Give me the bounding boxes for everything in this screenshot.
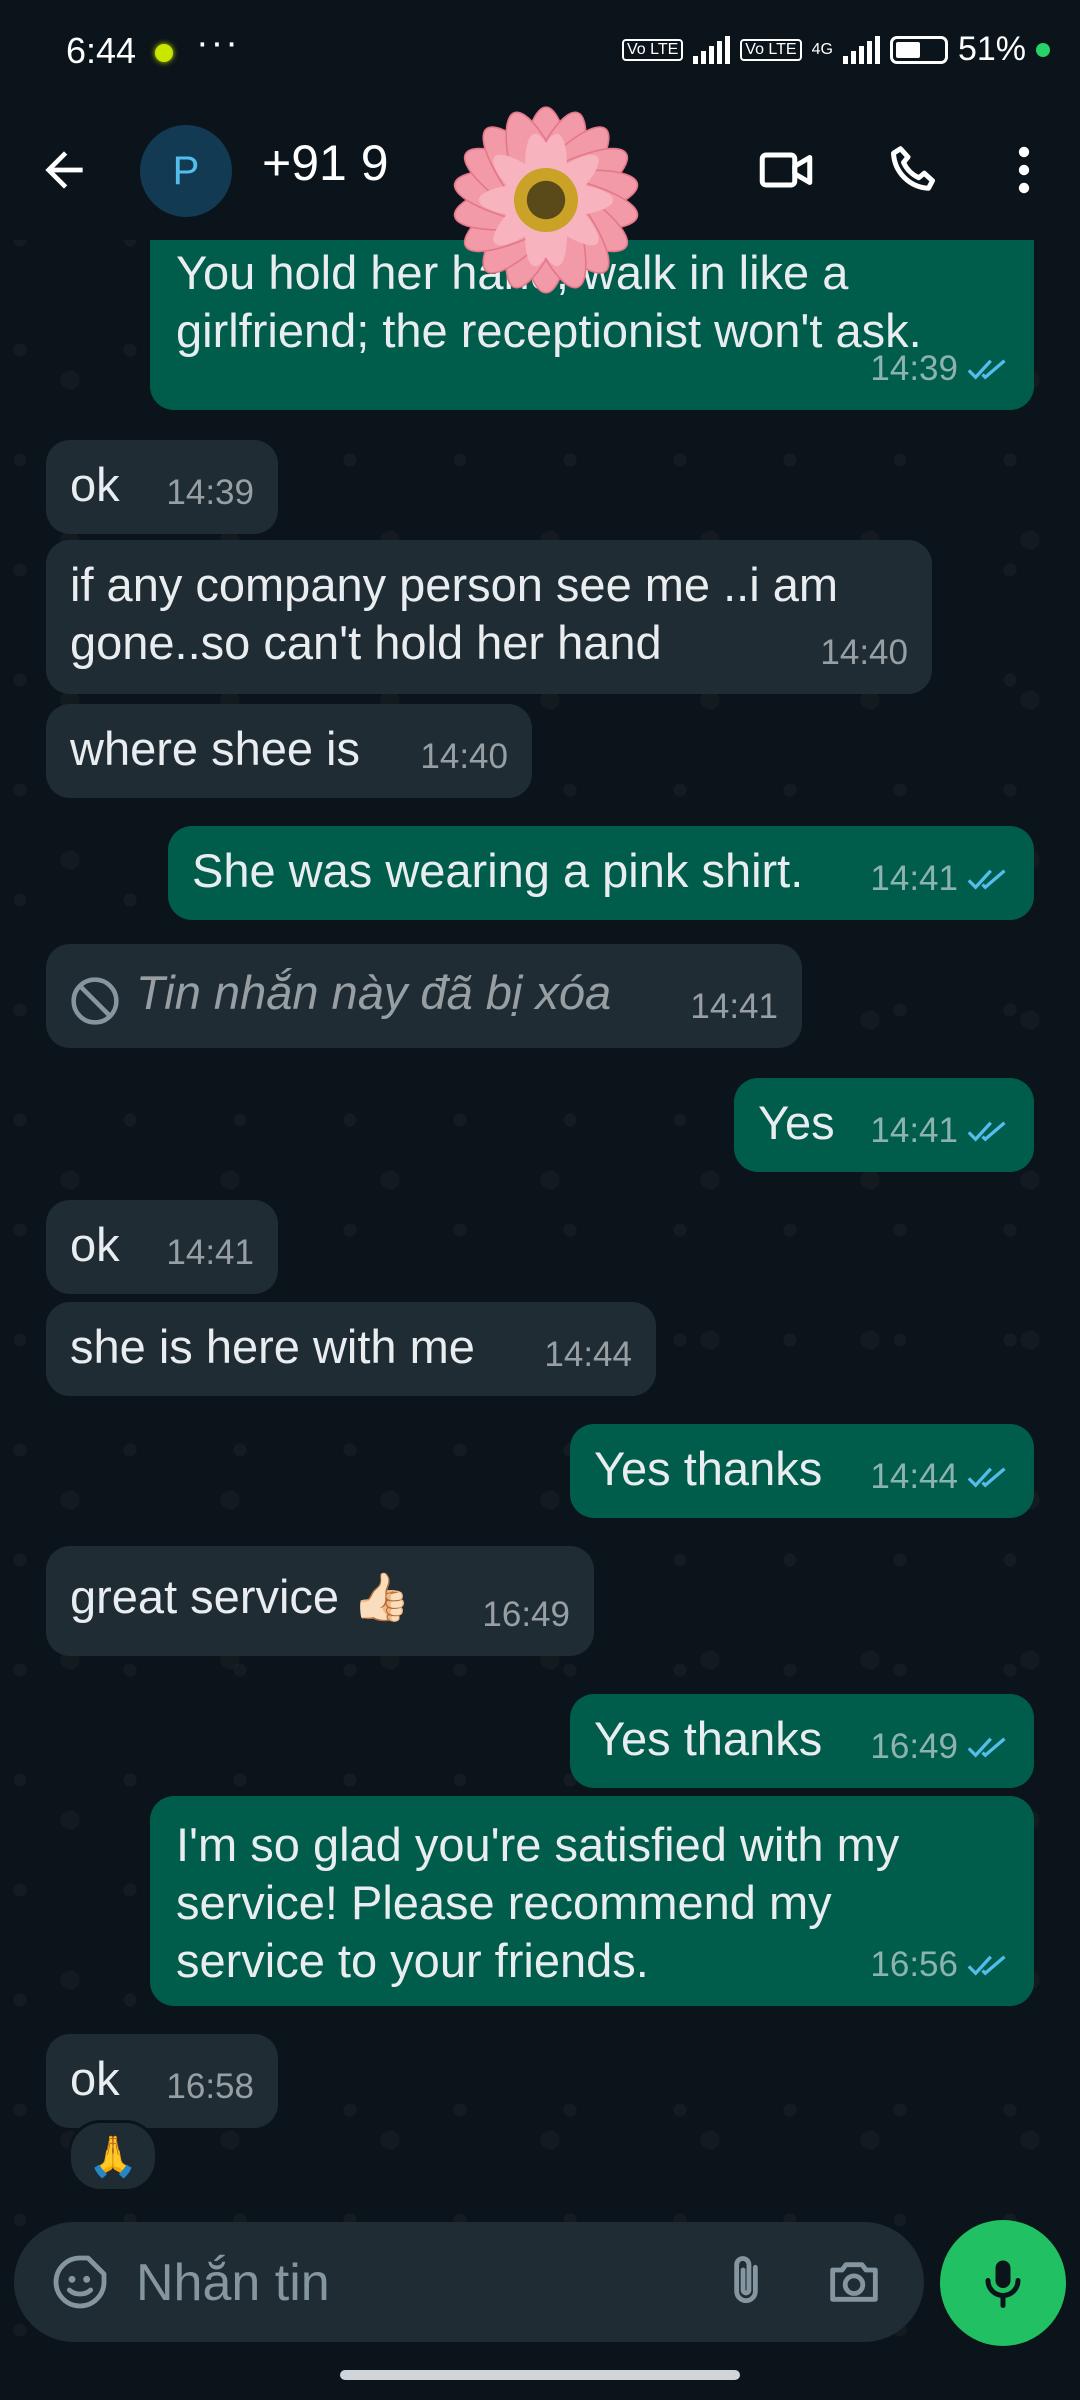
read-receipt-icon [967,1737,1006,1758]
message-input[interactable] [134,2244,698,2322]
message-meta: 16:49 [482,1586,570,1644]
message-meta: 14:39 [870,340,1010,398]
message-reaction[interactable]: 🙏 [68,2120,158,2190]
message-meta: 14:41 [870,1102,1010,1160]
more-options-icon[interactable] [1000,140,1048,200]
message-time: 14:41 [166,1233,254,1272]
privacy-indicator-icon [1036,42,1050,57]
message-time: 14:41 [690,987,778,1026]
message-bubble-incoming[interactable]: ok 16:58 [46,2034,278,2128]
message-bubble-incoming[interactable]: ok 14:41 [46,1200,278,1294]
message-meta: 14:39 [166,464,254,522]
message-time: 14:40 [820,633,908,672]
message-meta: 14:41 [690,978,778,1036]
volte-icon-2: Vo LTE [740,38,802,61]
message-bubble-incoming[interactable]: she is here with me 14:44 [46,1302,656,1396]
deleted-message-bubble[interactable]: Tin nhắn này đã bị xóa 14:41 [46,944,802,1048]
recording-indicator-icon [155,44,173,62]
microphone-icon [985,2260,1021,2308]
message-time: 14:39 [166,473,254,512]
message-meta: 14:44 [544,1326,632,1384]
contact-name[interactable]: +91 9 [262,134,389,192]
camera-icon[interactable] [822,2250,886,2314]
network-type: 4G [811,40,833,58]
message-bubble-outgoing[interactable]: Yes thanks 16:49 [570,1694,1034,1788]
message-bubble-incoming[interactable]: if any company person see me ..i am gone… [46,540,932,694]
message-bubble-outgoing[interactable]: I'm so glad you're satisfied with my ser… [150,1796,1034,2006]
message-time: 14:41 [870,859,958,898]
message-time: 14:44 [544,1335,632,1374]
message-list[interactable]: You hold her hand, walk in like a girlfr… [0,240,1080,2190]
video-call-icon[interactable] [756,140,816,200]
message-bubble-outgoing[interactable]: She was wearing a pink shirt. 14:41 [168,826,1034,920]
message-time: 16:49 [870,1727,958,1766]
message-text: if any company person see me ..i am gone… [70,558,839,669]
voice-call-icon[interactable] [884,140,944,200]
attach-icon[interactable] [714,2250,778,2314]
message-time: 14:41 [870,1111,958,1150]
message-meta: 16:58 [166,2058,254,2116]
message-meta: 16:56 [870,1936,1010,1994]
message-text: I'm so glad you're satisfied with my ser… [176,1818,900,1987]
back-arrow-icon[interactable] [36,142,92,198]
battery-percent: 51% [957,30,1026,68]
message-meta: 14:41 [166,1224,254,1282]
avatar-letter: P [172,148,200,193]
message-time: 14:39 [870,349,958,388]
signal-icon-2 [842,35,880,64]
message-meta: 14:44 [870,1448,1010,1506]
message-time: 14:44 [870,1457,958,1496]
message-time: 14:40 [420,737,508,776]
message-bubble-incoming[interactable]: where shee is 14:40 [46,704,532,798]
deleted-message-text: Tin nhắn này đã bị xóa [136,966,612,1019]
message-meta: 14:40 [420,728,508,786]
message-time: 16:49 [482,1595,570,1634]
read-receipt-icon [967,869,1006,890]
message-meta: 16:49 [870,1718,1010,1776]
message-meta: 14:41 [870,850,1010,908]
message-time: 16:58 [166,2067,254,2106]
message-bubble-incoming[interactable]: ok 14:39 [46,440,278,534]
sticker-emoji-icon[interactable] [48,2250,112,2314]
battery-icon [889,35,948,64]
gesture-navigation-bar[interactable] [340,2370,740,2380]
message-meta: 14:40 [820,624,908,682]
more-notifications-icon: ··· [196,22,240,64]
message-bubble-outgoing[interactable]: Yes thanks 14:44 [570,1424,1034,1518]
reaction-emoji: 🙏 [88,2134,138,2179]
message-composer [14,2222,924,2342]
status-time: 6:44 [66,30,137,71]
read-receipt-icon [967,1121,1006,1142]
blocked-icon [71,977,119,1025]
voice-message-button[interactable] [940,2220,1066,2346]
flower-sticker [453,106,639,294]
message-time: 16:56 [870,1945,958,1984]
message-bubble-incoming[interactable]: great service 👍🏻 16:49 [46,1546,594,1656]
message-bubble-outgoing[interactable]: Yes 14:41 [734,1078,1034,1172]
avatar[interactable]: P [140,125,232,217]
read-receipt-icon [967,1467,1006,1488]
read-receipt-icon [967,359,1006,380]
read-receipt-icon [967,1955,1006,1976]
